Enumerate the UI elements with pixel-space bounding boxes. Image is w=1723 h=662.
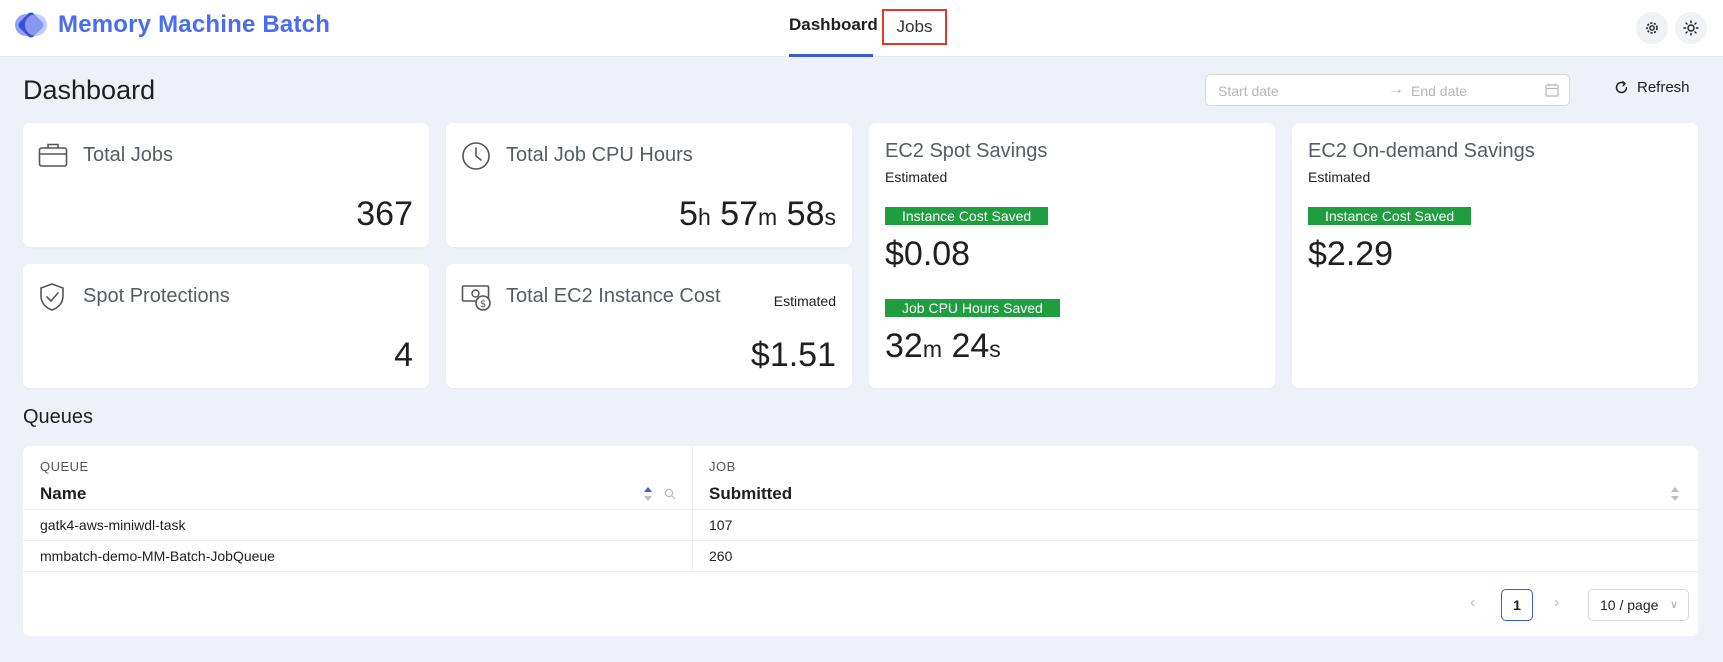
logo-icon	[14, 12, 47, 38]
arrow-right-icon: →	[1388, 81, 1404, 98]
table-row[interactable]: mmbatch-demo-MM-Batch-JobQueue 260	[23, 541, 1698, 572]
nav-tab-jobs[interactable]: Jobs	[882, 9, 947, 45]
ec2-cost-title: Total EC2 Instance Cost	[506, 285, 721, 307]
ondemand-savings-estimated: Estimated	[1308, 169, 1371, 185]
cpu-saved-s-unit: s	[989, 336, 1001, 362]
cpu-saved-m: 32	[885, 327, 923, 365]
clock-icon	[462, 142, 490, 170]
date-range-picker[interactable]: Start date → End date	[1205, 74, 1570, 106]
ondemand-savings-title: EC2 On-demand Savings	[1308, 140, 1535, 162]
column-header-name[interactable]: Name	[40, 484, 86, 504]
queues-table: QUEUE Name JOB Submitted gatk4-aws-miniw…	[23, 446, 1698, 636]
briefcase-icon	[38, 143, 68, 167]
spot-protections-title: Spot Protections	[83, 285, 230, 307]
cpu-hours-h-unit: h	[697, 204, 711, 230]
cpu-hours-title: Total Job CPU Hours	[506, 144, 693, 166]
spot-savings-estimated: Estimated	[885, 169, 948, 185]
spot-protections-card: Spot Protections 4	[23, 264, 429, 388]
column-group-job: JOB	[709, 459, 736, 474]
cpu-hours-s: 58	[786, 195, 825, 233]
total-jobs-card: Total Jobs 367	[23, 123, 429, 247]
gear-icon	[1646, 22, 1658, 34]
cpu-saved-s: 24	[951, 327, 990, 365]
submitted-cell: 260	[709, 548, 733, 564]
calendar-icon	[1545, 83, 1559, 97]
ondemand-cost-saved-value: $2.29	[1308, 235, 1394, 273]
cpu-hours-h: 5	[679, 195, 698, 233]
total-jobs-title: Total Jobs	[83, 144, 174, 166]
svg-text:$: $	[480, 299, 486, 310]
refresh-label: Refresh	[1637, 79, 1690, 96]
sort-icon[interactable]	[1670, 486, 1680, 502]
ec2-cost-card: $ Total EC2 Instance Cost Estimated $1.5…	[446, 264, 852, 388]
money-icon: $	[461, 285, 491, 311]
ondemand-instance-cost-saved-tag: Instance Cost Saved	[1308, 207, 1472, 225]
shield-check-icon	[40, 283, 64, 311]
brand[interactable]: Memory Machine Batch	[13, 10, 330, 40]
prev-page-button[interactable]: ‹	[1470, 594, 1475, 612]
refresh-button[interactable]: Refresh	[1614, 79, 1690, 96]
end-date-input[interactable]: End date	[1411, 83, 1467, 99]
cpu-hours-s-unit: s	[824, 204, 837, 230]
spot-cost-saved-value: $0.08	[885, 235, 971, 273]
job-cpu-hours-saved-tag: Job CPU Hours Saved	[885, 299, 1060, 317]
next-page-button[interactable]: ›	[1554, 594, 1559, 612]
theme-toggle-button[interactable]	[1675, 12, 1707, 44]
queues-title: Queues	[23, 406, 94, 428]
cpu-hours-saved-value: 32m 24s	[885, 327, 1001, 366]
page-size-select[interactable]: 10 / page ∨	[1588, 589, 1689, 621]
cpu-hours-m: 57	[720, 195, 759, 233]
cpu-hours-m-unit: m	[758, 204, 778, 230]
start-date-input[interactable]: Start date	[1218, 83, 1279, 99]
top-bar: Memory Machine Batch Dashboard Jobs	[0, 0, 1723, 57]
column-header-submitted[interactable]: Submitted	[709, 484, 792, 504]
refresh-icon	[1615, 81, 1628, 94]
chevron-down-icon: ∨	[1669, 599, 1678, 611]
spot-savings-card: EC2 Spot Savings Estimated Instance Cost…	[869, 123, 1275, 388]
settings-button[interactable]	[1636, 12, 1668, 44]
ec2-cost-value: $1.51	[750, 336, 836, 374]
ec2-cost-estimated: Estimated	[773, 293, 836, 309]
brand-title: Memory Machine Batch	[58, 11, 331, 38]
queue-name-cell: gatk4-aws-miniwdl-task	[40, 517, 186, 533]
nav-tab-dashboard[interactable]: Dashboard	[789, 15, 878, 57]
sort-icon[interactable]	[643, 486, 653, 502]
page-title: Dashboard	[23, 75, 156, 105]
submitted-cell: 107	[709, 517, 733, 533]
search-icon[interactable]	[664, 488, 676, 500]
column-group-queue: QUEUE	[40, 459, 89, 474]
table-header: QUEUE Name JOB Submitted	[23, 446, 1698, 510]
instance-cost-saved-tag: Instance Cost Saved	[885, 207, 1049, 225]
queue-name-cell: mmbatch-demo-MM-Batch-JobQueue	[40, 548, 275, 564]
page-1-button[interactable]: 1	[1501, 589, 1533, 621]
sun-icon	[1683, 20, 1699, 36]
spot-savings-title: EC2 Spot Savings	[885, 140, 1048, 162]
ondemand-savings-card: EC2 On-demand Savings Estimated Instance…	[1292, 123, 1698, 388]
spot-protections-value: 4	[394, 336, 413, 374]
cpu-hours-card: Total Job CPU Hours 5h 57m 58s	[446, 123, 852, 247]
page-size-value: 10 / page	[1600, 597, 1659, 613]
total-jobs-value: 367	[356, 195, 413, 233]
cpu-saved-m-unit: m	[922, 336, 942, 362]
cpu-hours-value: 5h 57m 58s	[679, 195, 836, 234]
table-row[interactable]: gatk4-aws-miniwdl-task 107	[23, 510, 1698, 541]
